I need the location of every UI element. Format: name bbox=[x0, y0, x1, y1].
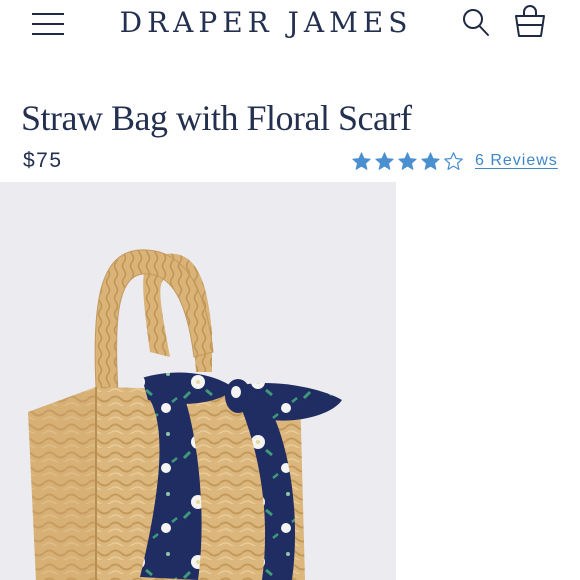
star-filled-icon bbox=[398, 151, 417, 170]
search-icon[interactable] bbox=[462, 8, 490, 38]
product-image[interactable] bbox=[0, 182, 396, 580]
brand-logo[interactable]: DRAPER JAMES bbox=[0, 3, 532, 43]
star-filled-icon bbox=[352, 151, 371, 170]
star-filled-icon bbox=[375, 151, 394, 170]
star-empty-icon bbox=[444, 151, 463, 170]
straw-bag-with-scarf-image bbox=[28, 249, 342, 580]
rating-stars[interactable] bbox=[351, 151, 464, 172]
shopping-bag-icon[interactable] bbox=[513, 5, 547, 39]
site-header: DRAPER JAMES bbox=[0, 0, 580, 50]
star-filled-icon bbox=[421, 151, 440, 170]
product-rating: 6 Reviews bbox=[351, 148, 558, 174]
product-price: $75 bbox=[23, 149, 63, 172]
reviews-link[interactable]: 6 Reviews bbox=[475, 152, 558, 170]
product-title: Straw Bag with Floral Scarf bbox=[21, 98, 412, 138]
